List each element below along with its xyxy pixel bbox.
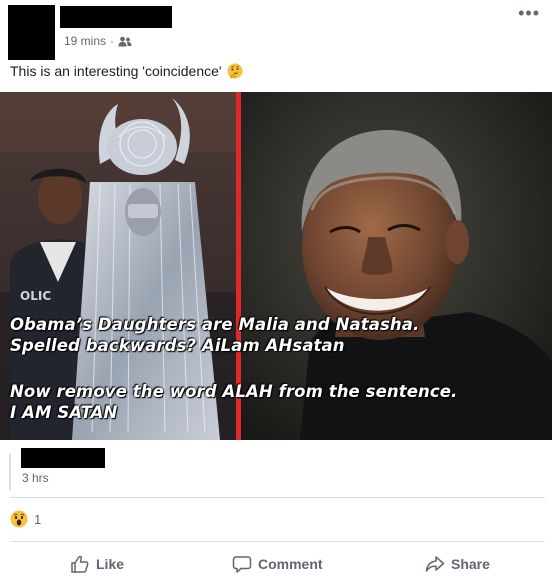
friends-icon[interactable]: [118, 36, 132, 47]
thumbs-up-icon: [71, 555, 89, 573]
like-label: Like: [96, 556, 125, 572]
comment-quote-bar: [9, 454, 11, 490]
divider: [10, 497, 545, 498]
caption-line-1: Obama’s Daughters are Malia and Natasha.: [10, 315, 420, 334]
like-button[interactable]: Like: [70, 548, 124, 580]
caption-line-3: Now remove the word ALAH from the senten…: [10, 382, 458, 401]
more-options-button[interactable]: •••: [518, 4, 540, 22]
comment-label: Comment: [258, 556, 323, 572]
wow-emoji: [10, 510, 28, 528]
post-text: This is an interesting 'coincidence': [10, 63, 243, 79]
caption-line-2: Spelled backwards? AiLam AHsatan: [10, 336, 345, 355]
divider: [10, 541, 545, 542]
share-label: Share: [451, 556, 490, 572]
share-button[interactable]: Share: [425, 548, 490, 580]
share-arrow-icon: [425, 556, 445, 572]
post-image[interactable]: OLIC Obama’s Daughters are Malia and Nat…: [0, 92, 552, 440]
avatar-redacted[interactable]: [8, 5, 55, 60]
post-text-body: This is an interesting 'coincidence': [10, 63, 222, 79]
reaction-count: 1: [34, 511, 42, 527]
comment-timestamp[interactable]: 3 hrs: [22, 471, 49, 485]
speech-bubble-icon: [232, 556, 252, 573]
post-actions-bar: Like Comment Share: [0, 548, 552, 580]
reactions-summary[interactable]: 1: [10, 510, 41, 528]
comment-button[interactable]: Comment: [232, 548, 323, 580]
shirt-text: OLIC: [20, 289, 51, 303]
meta-separator: ·: [110, 34, 115, 48]
author-name-redacted[interactable]: [60, 6, 172, 28]
post-meta: 19 mins ·: [64, 34, 132, 48]
comment-author-redacted[interactable]: [21, 448, 105, 468]
facebook-post: 19 mins · ••• This is an interesting 'co…: [0, 0, 552, 585]
post-timestamp[interactable]: 19 mins: [64, 34, 106, 48]
thinking-face-emoji: [227, 63, 243, 79]
caption-line-4: I AM SATAN: [10, 403, 118, 422]
